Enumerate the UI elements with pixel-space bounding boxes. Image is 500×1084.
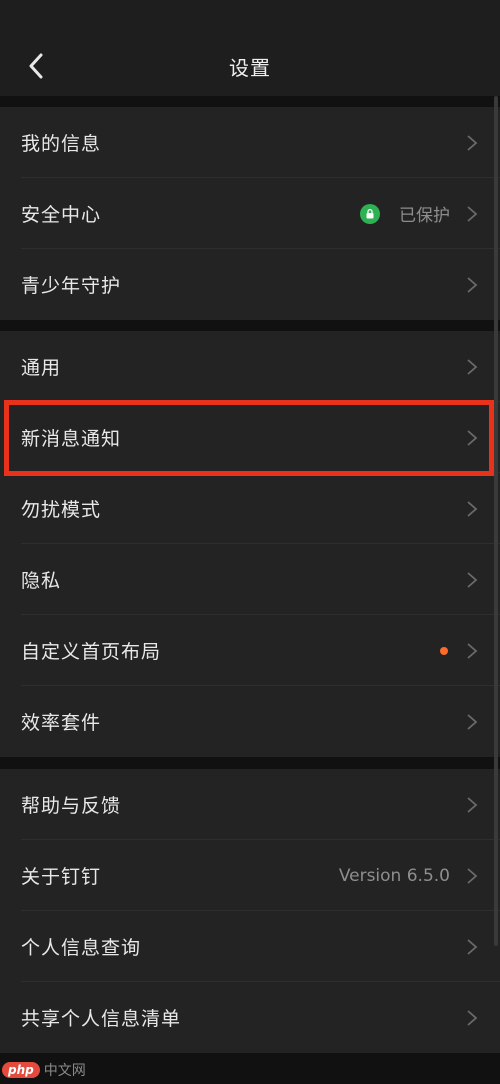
settings-item-custom-home-layout[interactable]: 自定义首页布局 <box>0 615 500 686</box>
settings-item-label: 个人信息查询 <box>21 937 142 959</box>
chevron-right-icon <box>467 358 478 375</box>
settings-item-label: 勿扰模式 <box>21 499 102 521</box>
settings-item-label: 青少年守护 <box>21 275 122 297</box>
settings-item-label: 我的信息 <box>21 133 102 155</box>
chevron-right-icon <box>467 1009 478 1026</box>
chevron-right-icon <box>467 429 478 446</box>
settings-item-personal-info-query[interactable]: 个人信息查询 <box>0 911 500 982</box>
chevron-right-icon <box>467 938 478 955</box>
settings-item-shared-info-list[interactable]: 共享个人信息清单 <box>0 982 500 1053</box>
chevron-right-icon <box>467 713 478 730</box>
scrollbar[interactable] <box>494 96 498 946</box>
new-indicator-dot <box>440 646 448 655</box>
chevron-right-icon <box>467 134 478 151</box>
chevron-right-icon <box>467 205 478 222</box>
settings-group-account: 我的信息 安全中心 已保护 青少年守护 <box>0 107 500 320</box>
watermark-text: 中文网 <box>43 1063 86 1079</box>
chevron-right-icon <box>467 867 478 884</box>
php-logo: php <box>2 1062 40 1078</box>
settings-item-label: 共享个人信息清单 <box>21 1008 182 1030</box>
chevron-right-icon <box>467 571 478 588</box>
settings-item-label: 自定义首页布局 <box>21 641 162 663</box>
version-text: Version 6.5.0 <box>338 865 450 886</box>
settings-item-do-not-disturb[interactable]: 勿扰模式 <box>0 473 500 544</box>
security-status-text: 已保护 <box>399 206 450 226</box>
settings-group-general: 通用 新消息通知 勿扰模式 隐私 自定义首页布局 效率套件 <box>0 331 500 757</box>
chevron-right-icon <box>467 276 478 293</box>
chevron-right-icon <box>467 642 478 659</box>
watermark: php 中文网 <box>2 1060 86 1080</box>
settings-item-label: 帮助与反馈 <box>21 795 122 817</box>
shield-lock-icon <box>360 203 380 224</box>
settings-item-privacy[interactable]: 隐私 <box>0 544 500 615</box>
settings-item-efficiency-suite[interactable]: 效率套件 <box>0 686 500 757</box>
page-title: 设置 <box>229 56 271 80</box>
settings-item-my-info[interactable]: 我的信息 <box>0 107 500 178</box>
settings-item-help-feedback[interactable]: 帮助与反馈 <box>0 769 500 840</box>
settings-item-youth-guard[interactable]: 青少年守护 <box>0 249 500 320</box>
settings-item-label: 通用 <box>21 357 62 379</box>
settings-item-label: 新消息通知 <box>21 428 122 450</box>
settings-item-label: 效率套件 <box>21 712 102 734</box>
settings-screen: 设置 我的信息 安全中心 已保护 青少年守护 通用 新消息通知 勿扰模式 隐私 … <box>0 0 500 1084</box>
chevron-right-icon <box>467 500 478 517</box>
chevron-right-icon <box>467 796 478 813</box>
settings-item-new-message-notification[interactable]: 新消息通知 <box>0 402 500 473</box>
top-bar: 设置 <box>0 0 500 96</box>
settings-item-label: 安全中心 <box>21 204 102 226</box>
settings-group-about: 帮助与反馈 关于钉钉 Version 6.5.0 个人信息查询 共享个人信息清单 <box>0 769 500 1053</box>
settings-item-about-dingtalk[interactable]: 关于钉钉 Version 6.5.0 <box>0 840 500 911</box>
settings-item-general[interactable]: 通用 <box>0 331 500 402</box>
settings-item-security-center[interactable]: 安全中心 已保护 <box>0 178 500 249</box>
settings-item-label: 隐私 <box>21 570 62 592</box>
settings-item-label: 关于钉钉 <box>21 866 102 888</box>
